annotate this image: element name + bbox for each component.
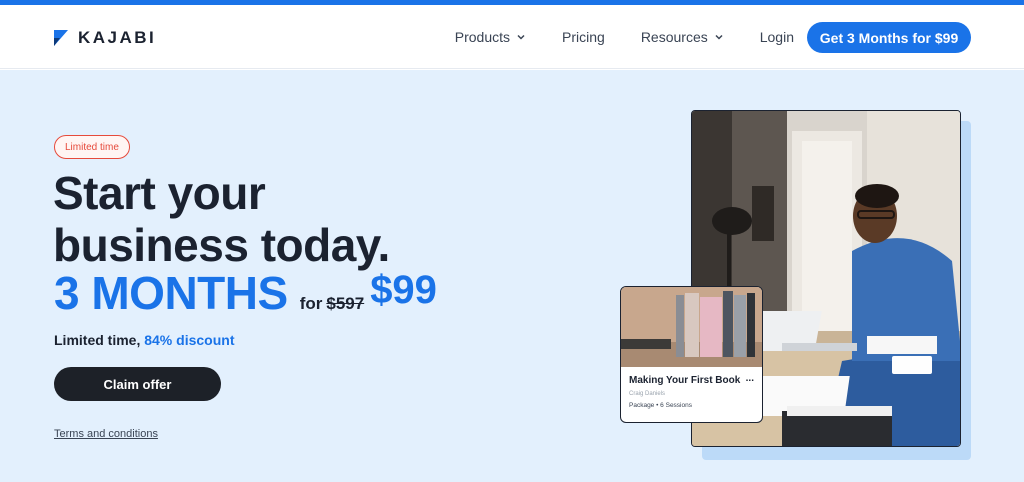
kajabi-logo-icon [54, 30, 68, 46]
nav-products[interactable]: Products [455, 29, 526, 45]
new-price: $99 [370, 268, 437, 312]
nav-pricing-label: Pricing [562, 29, 605, 45]
hero-section: Limited time Start your business today. … [0, 70, 1024, 482]
card-title: Making Your First Book [629, 375, 741, 386]
books-icon [621, 287, 762, 367]
discount-prefix: Limited time, [54, 332, 145, 348]
nav-products-label: Products [454, 29, 511, 45]
discount-value: 84% discount [144, 332, 235, 348]
hero-headline: Start your business today. [53, 167, 390, 271]
nav-resources[interactable]: Resources [641, 29, 724, 45]
headline-line-1: Start your [53, 167, 266, 219]
nav-login-label: Login [759, 29, 794, 45]
nav-pricing[interactable]: Pricing [562, 29, 605, 45]
nav-resources-label: Resources [640, 29, 708, 45]
product-card[interactable]: Making Your First Book ... Craig Daniels… [620, 286, 763, 423]
old-price: $597 [326, 294, 365, 313]
card-author: Craig Daniels [629, 391, 666, 397]
months-label: 3 MONTHS [54, 267, 288, 319]
more-options-icon[interactable]: ... [746, 373, 754, 384]
get-offer-button[interactable]: Get 3 Months for $99 [807, 22, 971, 53]
book-image [621, 287, 762, 367]
for-label: for [299, 294, 323, 313]
kajabi-logo[interactable]: KAJABI [54, 28, 156, 48]
discount-text: Limited time, 84% discount [54, 332, 234, 348]
claim-offer-button[interactable]: Claim offer [54, 367, 221, 401]
headline-line-2: business today. [53, 219, 390, 271]
nav-links: Products Pricing Resources Login [455, 29, 794, 45]
nav-login[interactable]: Login [760, 29, 794, 45]
card-meta: Package • 6 Sessions [629, 402, 692, 409]
terms-link[interactable]: Terms and conditions [54, 428, 158, 440]
limited-time-badge: Limited time [54, 135, 130, 159]
logo-text: KAJABI [78, 28, 157, 47]
chevron-down-icon [517, 34, 525, 40]
top-nav: KAJABI Products Pricing Resources Login … [0, 5, 1024, 69]
chevron-down-icon [715, 34, 723, 40]
price-line: 3 MONTHS for $597 $99 [54, 266, 437, 320]
